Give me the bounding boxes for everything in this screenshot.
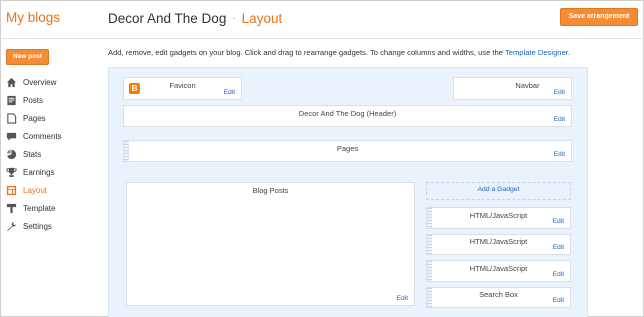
template-designer-link[interactable]: Template Designer <box>505 48 568 57</box>
posts-icon <box>6 95 17 106</box>
sidebar-item-template[interactable]: Template <box>6 199 62 217</box>
edit-link[interactable]: Edit <box>554 116 565 123</box>
edit-link[interactable]: Edit <box>553 271 564 278</box>
edit-link[interactable]: Edit <box>553 297 564 304</box>
gadget-search-box[interactable]: Search Box Edit <box>426 287 571 308</box>
sidebar-item-label: Layout <box>23 185 48 195</box>
gadget-title: HTML/JavaScript <box>469 211 528 220</box>
blog-name: Decor And The Dog <box>108 11 227 26</box>
gadget-title: HTML/JavaScript <box>469 237 528 246</box>
edit-link[interactable]: Edit <box>397 295 408 302</box>
home-icon <box>6 77 17 88</box>
wrench-icon <box>6 221 17 232</box>
sidebar-item-layout[interactable]: Layout <box>6 181 62 199</box>
gadget-favicon[interactable]: B Favicon Edit <box>123 77 242 100</box>
pages-icon <box>6 112 17 124</box>
layout-editor: B Favicon Edit Navbar Edit Decor And The… <box>108 67 588 317</box>
edit-link[interactable]: Edit <box>554 151 565 158</box>
section-name: Layout <box>241 11 283 26</box>
sidebar-item-settings[interactable]: Settings <box>6 217 62 235</box>
sidebar-item-label: Stats <box>23 149 42 159</box>
sidebar-item-posts[interactable]: Posts <box>6 91 62 109</box>
gadget-html-javascript[interactable]: HTML/JavaScript Edit <box>426 260 571 282</box>
layout-description: Add, remove, edit gadgets on your blog. … <box>108 48 570 57</box>
gadget-title: Search Box <box>479 290 518 299</box>
sidebar-item-label: Template <box>23 203 56 213</box>
new-post-button[interactable]: New post <box>6 49 49 65</box>
sidebar-nav: Overview Posts Pages Comments Stats Earn… <box>6 73 62 235</box>
gadget-blog-posts[interactable]: Blog Posts Edit <box>126 182 415 306</box>
gadget-html-javascript[interactable]: HTML/JavaScript Edit <box>426 207 571 229</box>
gadget-title: Blog Posts <box>252 186 289 195</box>
sidebar-item-comments[interactable]: Comments <box>6 127 62 145</box>
sidebar-item-label: Earnings <box>23 167 55 177</box>
title-separator: · <box>232 13 236 24</box>
sidebar-item-stats[interactable]: Stats <box>6 145 62 163</box>
gadget-navbar[interactable]: Navbar Edit <box>453 77 572 100</box>
gadget-html-javascript[interactable]: HTML/JavaScript Edit <box>426 234 571 255</box>
sidebar-item-label: Settings <box>23 221 52 231</box>
page-title: Decor And The Dog · Layout <box>108 11 282 26</box>
gadget-title: HTML/JavaScript <box>469 264 528 273</box>
edit-link[interactable]: Edit <box>553 218 564 225</box>
edit-link[interactable]: Edit <box>224 89 235 96</box>
add-gadget-link[interactable]: Add a Gadget <box>427 186 570 193</box>
gadget-pages[interactable]: Pages Edit <box>123 140 572 162</box>
my-blogs-link[interactable]: My blogs <box>6 10 60 25</box>
add-gadget-area: Add a Gadget <box>426 182 571 200</box>
gadget-header[interactable]: Decor And The Dog (Header) Edit <box>123 105 572 127</box>
sidebar-item-label: Comments <box>23 131 62 141</box>
trophy-icon <box>6 167 17 178</box>
description-end: . <box>567 48 570 57</box>
gadget-title: Pages <box>336 144 359 153</box>
gadget-title: Decor And The Dog (Header) <box>298 109 397 118</box>
sidebar-item-label: Pages <box>23 113 46 123</box>
description-text: Add, remove, edit gadgets on your blog. … <box>108 48 505 57</box>
stats-icon <box>6 149 17 160</box>
template-icon <box>6 203 17 214</box>
edit-link[interactable]: Edit <box>553 244 564 251</box>
sidebar-item-label: Posts <box>23 95 44 105</box>
sidebar-item-earnings[interactable]: Earnings <box>6 163 62 181</box>
sidebar-item-pages[interactable]: Pages <box>6 109 62 127</box>
sidebar-item-label: Overview <box>23 77 57 87</box>
sidebar-item-overview[interactable]: Overview <box>6 73 62 91</box>
comments-icon <box>6 131 17 142</box>
layout-icon <box>6 185 17 196</box>
edit-link[interactable]: Edit <box>554 89 565 96</box>
header-divider <box>0 38 644 39</box>
save-arrangement-button[interactable]: Save arrangement <box>560 8 638 26</box>
